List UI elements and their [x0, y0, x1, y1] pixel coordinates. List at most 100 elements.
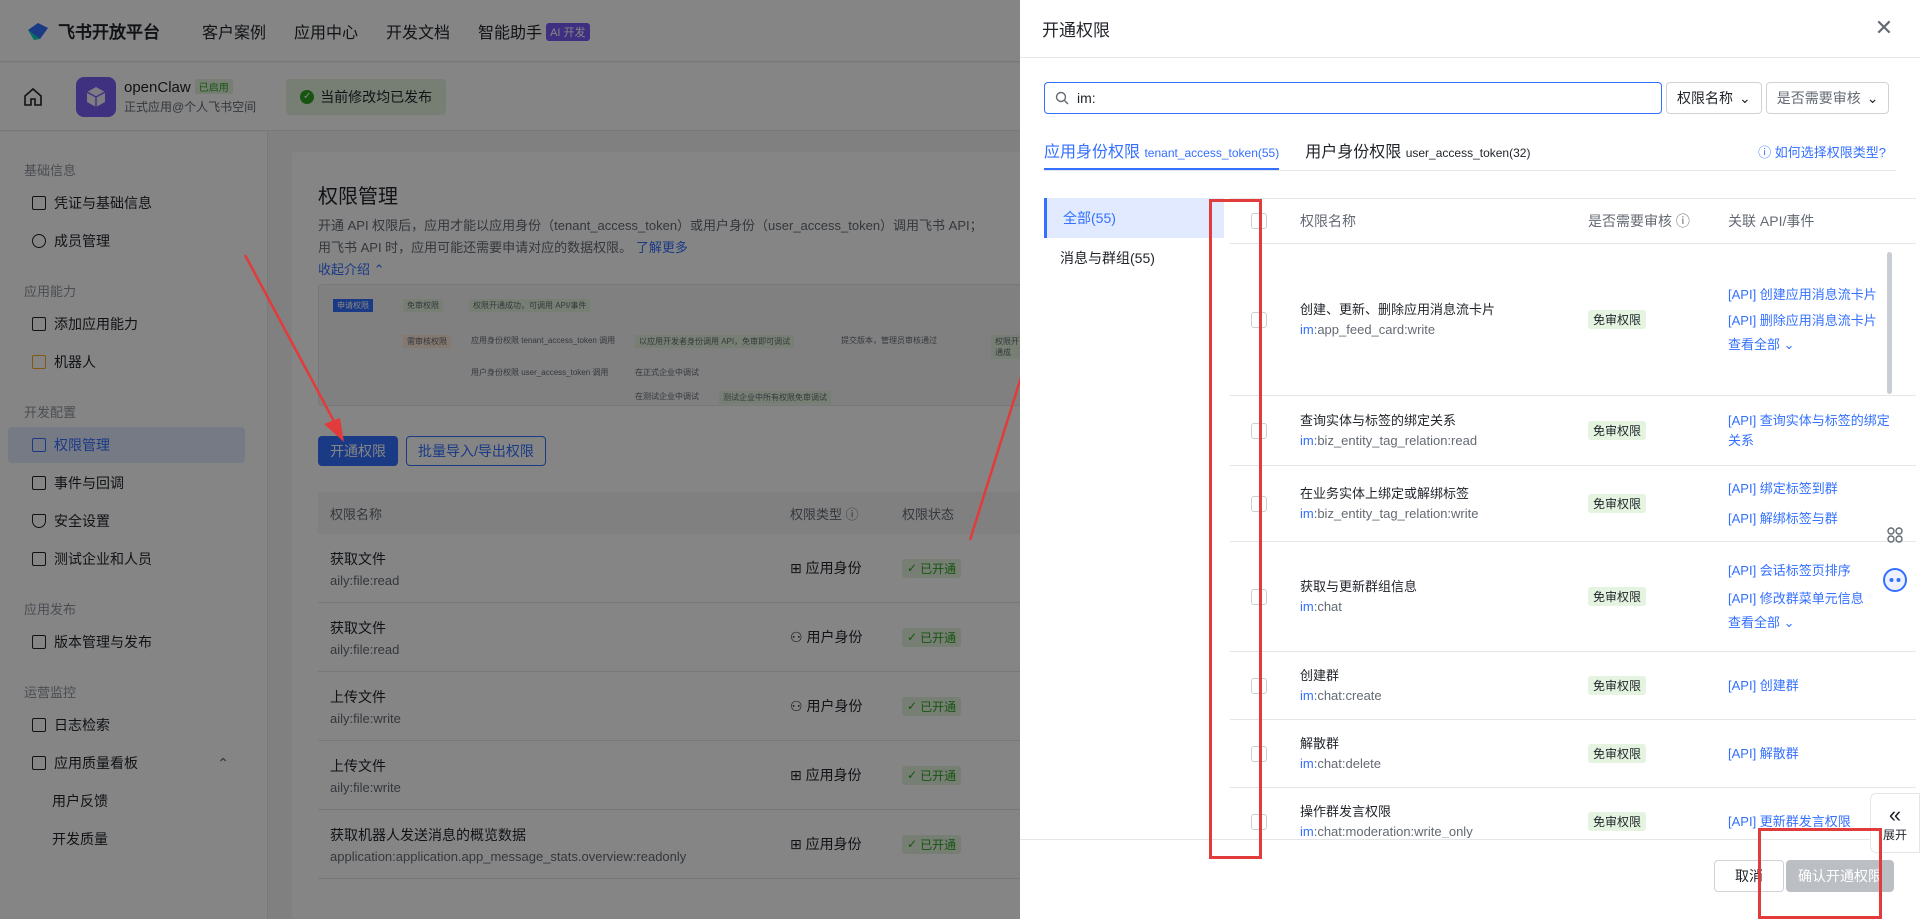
perm-code-rest: :chat:moderation:write_only	[1313, 823, 1473, 839]
tab-label: 应用身份权限	[1044, 144, 1141, 161]
api-link[interactable]: [API] 查询实体与标签的绑定关系	[1728, 411, 1898, 451]
annotation-arrowhead	[324, 418, 344, 442]
expand-label: 展开	[1882, 827, 1907, 842]
row-checkbox[interactable]	[1251, 311, 1267, 328]
assistant-float-icon[interactable]	[1880, 565, 1910, 595]
tab-token: user_access_token(32)	[1405, 146, 1531, 160]
view-all-link[interactable]: 查看全部 ⌄	[1728, 335, 1898, 355]
perm-name: 操作群发言权限	[1300, 803, 1392, 819]
search-input[interactable]	[1077, 90, 1637, 106]
perm-code: im:chat:moderation:write_only	[1300, 822, 1588, 839]
perm-code-rest: :biz_entity_tag_relation:write	[1313, 505, 1479, 521]
tab-app-identity[interactable]: 应用身份权限 tenant_access_token(55)	[1044, 138, 1280, 170]
perm-name: 解散群	[1300, 735, 1340, 751]
table-row: 在业务实体上绑定或解绑标签 im:biz_entity_tag_relation:…	[1230, 466, 1916, 542]
audit-badge: 免审权限	[1588, 676, 1647, 695]
api-link[interactable]: [API] 绑定标签到群	[1728, 479, 1898, 499]
open-permission-drawer: 开通权限 ✕ 权限名称 ⌄ 是否需要审核 ⌄ 应用身份权限 tenant_acces…	[1020, 0, 1920, 919]
tab-token: tenant_access_token(55)	[1144, 146, 1280, 160]
apps-float-icon[interactable]	[1880, 520, 1910, 550]
api-link[interactable]: [API] 会话标签页排序	[1728, 561, 1898, 581]
filter-audit-select[interactable]: 是否需要审核 ⌄	[1765, 82, 1890, 114]
cancel-button[interactable]: 取消	[1714, 860, 1784, 892]
table-row: 解散群 im:chat:delete 免审权限 [API] 解散群	[1230, 720, 1916, 788]
help-icon[interactable]: ⓘ	[1676, 213, 1690, 229]
help-icon: ⓘ	[1758, 145, 1772, 160]
perm-name: 创建、更新、删除应用消息流卡片	[1300, 301, 1496, 317]
perm-code: im:app_feed_card:write	[1300, 320, 1588, 340]
perm-name: 查询实体与标签的绑定关系	[1300, 412, 1457, 428]
drawer-title: 开通权限	[1020, 0, 1920, 58]
col-audit-header: 是否需要审核 ⓘ	[1588, 211, 1728, 231]
perm-name: 创建群	[1300, 667, 1340, 683]
row-checkbox[interactable]	[1251, 588, 1267, 605]
category-list: 全部(55) 消息与群组(55)	[1044, 198, 1224, 278]
table-row: 创建群 im:chat:create 免审权限 [API] 创建群	[1230, 652, 1916, 720]
table-header: 权限名称 是否需要审核 ⓘ 关联 API/事件	[1230, 198, 1916, 244]
audit-badge: 免审权限	[1588, 494, 1647, 513]
row-checkbox[interactable]	[1251, 677, 1267, 694]
tab-label: 用户身份权限	[1305, 144, 1402, 161]
double-chevron-left-icon: «	[1888, 801, 1902, 827]
search-icon	[1055, 91, 1069, 105]
annotation-arrow-line	[243, 254, 338, 426]
chevron-down-icon: ⌄	[1866, 89, 1879, 106]
perm-prefix: im	[1300, 505, 1314, 521]
api-link[interactable]: [API] 解散群	[1728, 744, 1898, 764]
audit-badge: 免审权限	[1588, 812, 1647, 831]
row-checkbox[interactable]	[1251, 495, 1267, 512]
audit-badge: 免审权限	[1588, 744, 1647, 763]
view-all-label: 查看全部	[1728, 614, 1781, 630]
audit-badge: 免审权限	[1588, 421, 1647, 440]
perm-code-rest: :chat:delete	[1313, 755, 1381, 771]
perm-name: 获取与更新群组信息	[1300, 578, 1418, 594]
how-to-choose-link[interactable]: ⓘ 如何选择权限类型?	[1758, 142, 1886, 161]
category-all[interactable]: 全部(55)	[1044, 198, 1224, 238]
filter-label: 是否需要审核	[1776, 90, 1861, 106]
row-checkbox[interactable]	[1251, 813, 1267, 830]
perm-code: im:biz_entity_tag_relation:write	[1300, 504, 1588, 524]
permission-list-table: 权限名称 是否需要审核 ⓘ 关联 API/事件 创建、更新、删除应用消息流卡片 i…	[1230, 198, 1916, 838]
row-checkbox[interactable]	[1251, 422, 1267, 439]
row-checkbox[interactable]	[1251, 745, 1267, 762]
chevron-down-icon: ⌄	[1739, 89, 1751, 106]
perm-code-rest: :chat:create	[1313, 687, 1382, 703]
table-row: 查询实体与标签的绑定关系 im:biz_entity_tag_relation:r…	[1230, 396, 1916, 466]
howto-label: 如何选择权限类型?	[1774, 145, 1886, 160]
drawer-footer: 取消 确认开通权限	[1020, 839, 1920, 919]
perm-code-rest: :chat	[1313, 598, 1342, 614]
tabs-divider	[1044, 170, 1896, 171]
perm-prefix: im	[1300, 687, 1314, 703]
perm-prefix: im	[1300, 823, 1314, 839]
perm-code-rest: :biz_entity_tag_relation:read	[1313, 432, 1478, 448]
confirm-open-permission-button[interactable]: 确认开通权限	[1786, 860, 1894, 892]
scrollbar[interactable]	[1887, 252, 1892, 394]
tab-user-identity[interactable]: 用户身份权限 user_access_token(32)	[1305, 138, 1530, 162]
perm-code: im:chat	[1300, 597, 1588, 617]
api-link[interactable]: [API] 修改群菜单元信息	[1728, 589, 1898, 609]
audit-badge: 免审权限	[1588, 310, 1647, 329]
view-all-link[interactable]: 查看全部 ⌄	[1728, 613, 1898, 633]
perm-name: 在业务实体上绑定或解绑标签	[1300, 485, 1470, 501]
api-link[interactable]: [API] 解绑标签与群	[1728, 509, 1898, 529]
perm-code: im:biz_entity_tag_relation:read	[1300, 431, 1588, 451]
api-link[interactable]: [API] 创建群	[1728, 676, 1898, 696]
perm-prefix: im	[1300, 755, 1314, 771]
close-icon[interactable]: ✕	[1874, 17, 1894, 39]
category-im[interactable]: 消息与群组(55)	[1044, 238, 1224, 278]
table-row: 创建、更新、删除应用消息流卡片 im:app_feed_card:write 免审…	[1230, 244, 1916, 396]
api-link[interactable]: [API] 删除应用消息流卡片	[1728, 311, 1898, 331]
perm-code: im:chat:delete	[1300, 754, 1588, 774]
perm-prefix: im	[1300, 321, 1314, 337]
perm-code: im:chat:create	[1300, 686, 1588, 706]
filter-name-select[interactable]: 权限名称 ⌄	[1666, 82, 1762, 114]
permission-search[interactable]	[1044, 82, 1662, 114]
perm-prefix: im	[1300, 598, 1314, 614]
select-all-checkbox[interactable]	[1251, 213, 1267, 229]
col-audit-label: 是否需要审核	[1588, 213, 1672, 229]
api-link[interactable]: [API] 创建应用消息流卡片	[1728, 285, 1898, 305]
perm-code-rest: :app_feed_card:write	[1313, 321, 1436, 337]
audit-badge: 免审权限	[1588, 587, 1647, 606]
expand-panel-button[interactable]: «展开	[1870, 793, 1920, 853]
perm-prefix: im	[1300, 432, 1314, 448]
